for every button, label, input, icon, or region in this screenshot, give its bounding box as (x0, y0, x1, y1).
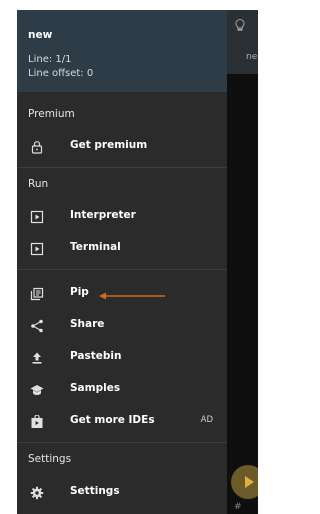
divider (17, 442, 227, 443)
lock-icon (30, 139, 44, 154)
upload-icon (30, 350, 44, 364)
editor-tab-label[interactable]: ne (246, 52, 257, 62)
menu-item-label: Get premium (70, 139, 148, 151)
school-icon (30, 382, 44, 396)
section-settings: Settings (28, 453, 72, 465)
menu-item-get-more-ides[interactable]: Get more IDEs AD (17, 406, 227, 436)
file-name: new (28, 29, 53, 41)
section-run: Run (28, 178, 49, 190)
run-fab-button[interactable] (231, 465, 258, 499)
menu-item-share[interactable]: Share (17, 310, 227, 340)
menu-item-pastebin[interactable]: Pastebin (17, 342, 227, 372)
divider (17, 269, 227, 270)
ad-badge: AD (200, 415, 213, 425)
menu-item-settings[interactable]: Settings (17, 477, 227, 507)
menu-item-label: Pastebin (70, 350, 122, 362)
section-premium: Premium (28, 108, 75, 120)
navigation-drawer: new Line: 1/1 Line offset: 0 Premium Get… (17, 10, 227, 514)
menu-item-terminal[interactable]: Terminal (17, 233, 227, 263)
drawer-header: new Line: 1/1 Line offset: 0 (17, 10, 227, 92)
line-info: Line: 1/1 Line offset: 0 (28, 53, 93, 81)
menu-item-label: Pip (70, 286, 89, 298)
play-box-icon (30, 241, 44, 256)
lightbulb-icon[interactable] (233, 18, 247, 32)
line-gutter-hash: # (234, 502, 242, 512)
menu-item-samples[interactable]: Samples (17, 374, 227, 404)
library-icon (30, 286, 44, 301)
menu-item-get-premium[interactable]: Get premium (17, 131, 227, 161)
gear-icon (30, 485, 44, 500)
app-window: ne # new Line: 1/1 Line offset: 0 Premiu… (17, 10, 258, 514)
divider (17, 167, 227, 168)
annotation-arrow-icon (99, 292, 165, 300)
menu-item-label: Settings (70, 485, 120, 497)
play-box-icon (30, 209, 44, 224)
menu-item-interpreter[interactable]: Interpreter (17, 201, 227, 231)
line-offset: Line offset: 0 (28, 68, 94, 79)
menu-item-label: Samples (70, 382, 121, 394)
share-icon (30, 318, 44, 333)
menu-item-label: Terminal (70, 241, 121, 253)
menu-item-label: Get more IDEs (70, 414, 155, 426)
line-count: Line: 1/1 (28, 54, 72, 65)
menu-item-label: Share (70, 318, 105, 330)
menu-item-label: Interpreter (70, 209, 136, 221)
store-icon (30, 414, 44, 428)
